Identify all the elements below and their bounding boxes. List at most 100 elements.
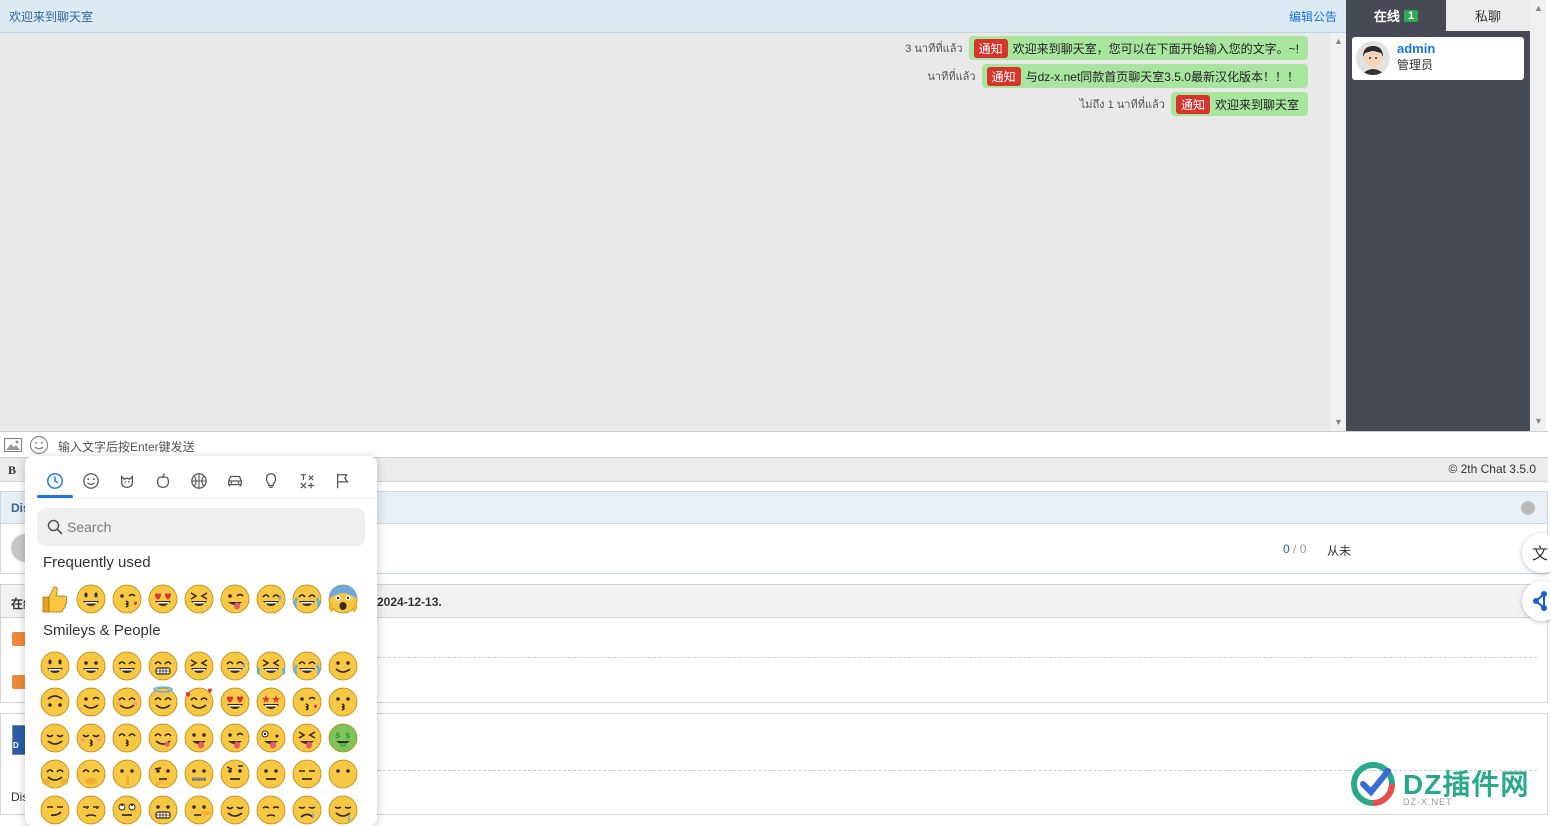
emoji-search[interactable] (37, 508, 365, 546)
emoji-hearts-face[interactable] (183, 686, 215, 718)
food-icon[interactable] (145, 466, 181, 496)
scroll-down-icon[interactable]: ▼ (1534, 416, 1543, 426)
edit-notice-link[interactable]: 编辑公告 (1289, 8, 1337, 25)
emoji-beam[interactable] (147, 650, 179, 682)
chat-title: 欢迎来到聊天室 (9, 10, 94, 24)
emoji-sweat[interactable] (219, 650, 251, 682)
emoji-joy[interactable] (291, 583, 323, 615)
emoji-smiley-big[interactable] (75, 583, 107, 615)
emoji-yum[interactable] (147, 722, 179, 754)
chat-scrollbar[interactable]: ▲ ▼ (1330, 33, 1346, 431)
chat-input-row: 输入文字后按Enter键发送 (0, 431, 1548, 458)
emoji-hug[interactable] (39, 758, 71, 790)
divider (25, 498, 377, 499)
scroll-up-icon[interactable]: ▲ (1534, 3, 1543, 13)
notice-tag: 通知 (1175, 94, 1210, 114)
translate-button[interactable]: 文 (1522, 533, 1551, 573)
emoji-raised-brow[interactable] (219, 758, 251, 790)
emoji-tongue[interactable] (183, 722, 215, 754)
emoji-sleepy[interactable] (291, 794, 323, 826)
emoji-heart-eyes[interactable] (147, 583, 179, 615)
emoji-fearful[interactable] (327, 583, 359, 615)
emoji-smiley-big[interactable] (39, 650, 71, 682)
travel-icon[interactable] (217, 466, 253, 496)
chat-input[interactable]: 输入文字后按Enter键发送 (58, 438, 195, 455)
emoji-squint[interactable] (183, 650, 215, 682)
emoji-heart-eyes[interactable] (219, 686, 251, 718)
emoji-kiss-heart[interactable] (111, 583, 143, 615)
emoji-drool[interactable] (327, 794, 359, 826)
image-upload-icon[interactable] (3, 435, 23, 455)
svg-text:$: $ (345, 731, 351, 740)
emoji-joy[interactable] (291, 650, 323, 682)
emoji-innocent[interactable] (147, 686, 179, 718)
emoji-relieved[interactable] (39, 722, 71, 754)
emoji-thinking[interactable] (147, 758, 179, 790)
forum-thumbnail[interactable]: D (12, 725, 26, 755)
emoji-kiss-heart[interactable] (291, 686, 323, 718)
emoji-neutral[interactable] (255, 758, 287, 790)
tab-online[interactable]: 在线 1 (1346, 0, 1446, 31)
watermark-logo-icon (1351, 762, 1395, 806)
emoji-unamused[interactable] (75, 794, 107, 826)
emoji-grimace[interactable] (147, 794, 179, 826)
emoji-smirk[interactable] (39, 794, 71, 826)
svg-text:文: 文 (1532, 544, 1548, 563)
emoji-shush[interactable] (111, 758, 143, 790)
emoji-search-input[interactable] (67, 508, 357, 546)
emoji-upside[interactable] (39, 686, 71, 718)
animal-icon[interactable] (109, 466, 145, 496)
scroll-down-icon[interactable]: ▼ (1334, 417, 1343, 427)
emoji-wink-tongue[interactable] (219, 583, 251, 615)
tab-private-chat[interactable]: 私聊 (1446, 0, 1530, 31)
emoji-kiss-closed[interactable] (75, 722, 107, 754)
emoji-wink-tongue[interactable] (219, 722, 251, 754)
emoji-zany[interactable] (255, 722, 287, 754)
emoji-rolling-eyes[interactable] (111, 794, 143, 826)
emoji-kiss-smile[interactable] (111, 722, 143, 754)
svg-text:$: $ (335, 731, 341, 740)
divider (373, 657, 1537, 658)
emoji-sweat[interactable] (255, 583, 287, 615)
message-time: นาทีที่แล้ว (927, 71, 976, 83)
chat-message: นาทีที่แล้ว 通知 与dz-x.net同款首页聊天室3.5.0最新汉化版… (927, 64, 1308, 88)
emoji-wink[interactable] (75, 686, 107, 718)
post-count: 0 / 0 (1283, 542, 1306, 556)
emoji-thumb[interactable] (39, 583, 71, 615)
emoji-zipper[interactable] (183, 758, 215, 790)
collapse-icon[interactable] (1521, 501, 1535, 515)
emoji-blush[interactable] (111, 686, 143, 718)
ai-assistant-button[interactable] (1522, 581, 1551, 621)
emoji-kiss[interactable] (327, 686, 359, 718)
emoji-slight[interactable] (327, 650, 359, 682)
message-text: 欢迎来到聊天室，您可以在下面开始输入您的文字。~! (1012, 41, 1299, 56)
activity-icon[interactable] (181, 466, 217, 496)
emoji-picker-icon[interactable] (29, 435, 49, 455)
sidebar-scrollbar[interactable]: ▲ ▼ (1530, 0, 1546, 431)
post-count-value: 0 (1299, 542, 1307, 556)
emoji-star-struck[interactable] (255, 686, 287, 718)
emoji-rofl[interactable] (255, 650, 287, 682)
emoji-expressionless[interactable] (291, 758, 323, 790)
emoji-relieved[interactable] (219, 794, 251, 826)
emoji-squint[interactable] (183, 583, 215, 615)
emoji-grin[interactable] (75, 650, 107, 682)
user-role: 管理员 (1397, 58, 1434, 72)
user-card[interactable]: admin 管理员 (1352, 37, 1524, 80)
bold-button[interactable]: B (8, 463, 16, 478)
emoji-money[interactable]: $ $ (327, 722, 359, 754)
smiley-icon[interactable] (73, 466, 109, 496)
emoji-no-mouth[interactable] (327, 758, 359, 790)
scroll-up-icon[interactable]: ▲ (1334, 36, 1343, 46)
recent-icon[interactable] (37, 466, 73, 496)
user-name[interactable]: admin (1397, 41, 1435, 56)
symbols-icon[interactable] (289, 466, 325, 496)
objects-icon[interactable] (253, 466, 289, 496)
emoji-squint-tongue[interactable] (291, 722, 323, 754)
emoji-pensive[interactable] (255, 794, 287, 826)
sidebar-tabs: 在线 1 私聊 (1346, 0, 1530, 31)
emoji-hand-mouth[interactable] (75, 758, 107, 790)
flags-icon[interactable] (325, 466, 361, 496)
emoji-grin-eyes[interactable] (111, 650, 143, 682)
emoji-lying[interactable] (183, 794, 215, 826)
